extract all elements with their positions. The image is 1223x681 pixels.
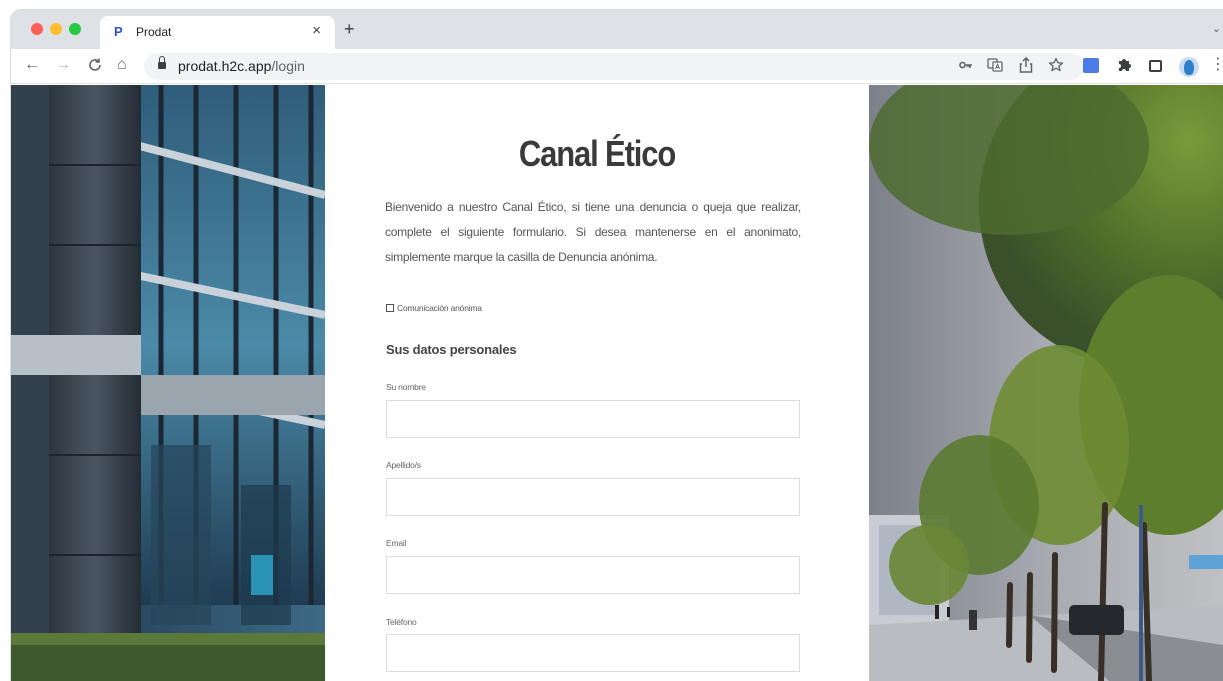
tab-strip: P Prodat × + ⌄ (11, 10, 1223, 49)
new-tab-button[interactable]: + (344, 20, 355, 38)
last-name-label: Apellido/s (386, 460, 421, 470)
anonymous-checkbox-label: Comunicación anónima (397, 303, 482, 313)
address-bar[interactable]: prodat.h2c.app/login (144, 53, 1084, 80)
share-icon[interactable] (1019, 56, 1033, 78)
tab-search-chevron-icon[interactable]: ⌄ (1212, 22, 1221, 35)
prodat-favicon-icon: P (114, 24, 123, 39)
personal-data-heading: Sus datos personales (386, 342, 517, 357)
url-text: prodat.h2c.app/login (178, 58, 305, 74)
intro-text: Bienvenido a nuestro Canal Ético, si tie… (385, 200, 801, 264)
back-arrow-icon[interactable]: ← (24, 55, 40, 75)
forward-arrow-icon[interactable]: → (55, 55, 71, 75)
minimize-window-button[interactable] (50, 23, 62, 35)
phone-field[interactable] (386, 634, 800, 672)
tab-title: Prodat (136, 25, 172, 39)
reload-icon[interactable] (87, 55, 103, 73)
key-icon[interactable] (959, 57, 973, 75)
page-viewport: Canal Ético Bienvenido a nuestro Canal É… (11, 85, 1223, 681)
anonymous-checkbox[interactable]: Comunicación anónima (386, 301, 482, 315)
google-translate-icon[interactable] (1083, 58, 1099, 73)
puzzle-icon[interactable] (1117, 57, 1132, 77)
email-label: Email (386, 538, 407, 548)
browser-window: P Prodat × + ⌄ ← → ⌂ prodat.h2c.app/logi… (11, 10, 1223, 681)
tab-prodat[interactable]: P Prodat × (100, 16, 335, 49)
maximize-window-button[interactable] (69, 23, 81, 35)
street-trees-photo (869, 85, 1223, 681)
browser-toolbar: ← → ⌂ prodat.h2c.app/login ⋮ (11, 49, 1223, 84)
home-icon[interactable]: ⌂ (117, 55, 127, 75)
lock-icon[interactable] (158, 56, 166, 70)
translate-icon[interactable] (987, 57, 1003, 79)
url-domain: prodat.h2c.app (178, 58, 272, 74)
close-window-button[interactable] (31, 23, 43, 35)
last-name-field[interactable] (386, 478, 800, 516)
url-path: /login (271, 58, 305, 74)
star-icon[interactable] (1048, 57, 1064, 78)
ethics-form-panel: Canal Ético Bienvenido a nuestro Canal É… (325, 85, 869, 681)
phone-label: Teléfono (386, 617, 417, 627)
more-icon[interactable]: ⋮ (1210, 56, 1223, 74)
building-photo (11, 85, 325, 681)
tab-close-icon[interactable]: × (312, 22, 321, 40)
first-name-label: Su nombre (386, 382, 426, 392)
side-panel-icon[interactable] (1149, 60, 1162, 72)
page-title: Canal Ético (518, 133, 676, 174)
first-name-field[interactable] (386, 400, 800, 438)
profile-avatar[interactable] (1179, 57, 1199, 77)
checkbox-box[interactable] (386, 304, 394, 312)
email-field[interactable] (386, 556, 800, 594)
